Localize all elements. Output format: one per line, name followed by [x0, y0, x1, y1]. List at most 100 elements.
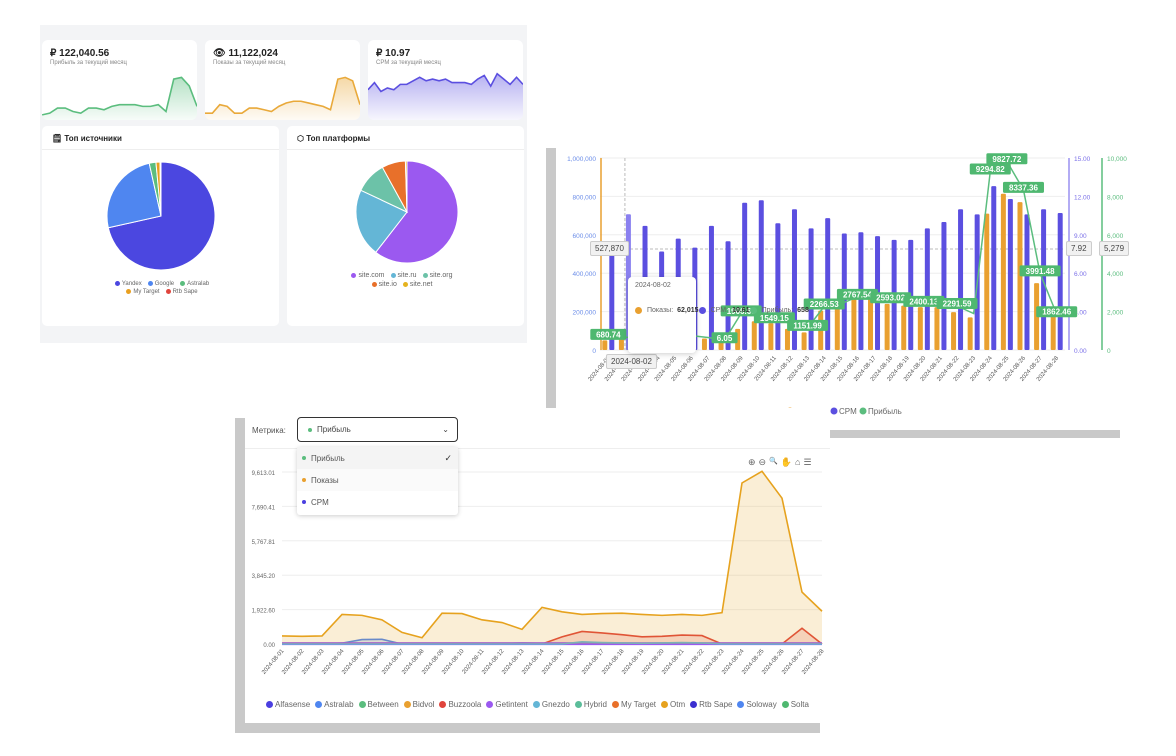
- y-cpm-tick: 6.00: [1074, 271, 1087, 278]
- y-left-tick: 600,000: [573, 233, 597, 240]
- legend-item[interactable]: Rtb Sape: [165, 289, 198, 296]
- crosshair-x-readout: 2024-08-02: [606, 354, 657, 369]
- legend-label: Solta: [790, 700, 809, 709]
- legend-label: Rtb Sape: [172, 289, 198, 296]
- tooltip-dot: [635, 307, 642, 314]
- y-profit-tick: 4,000: [1107, 271, 1124, 278]
- legend-dot: [390, 272, 396, 278]
- zoom-in-icon[interactable]: ⊕: [748, 457, 756, 468]
- hand-icon[interactable]: ✋: [781, 457, 792, 468]
- bar-pokazy: [768, 323, 774, 350]
- legend-dot: [147, 281, 153, 286]
- legend-item[interactable]: Buzzoola: [439, 700, 481, 709]
- bar-cpm: [742, 202, 748, 350]
- bar-cpm: [808, 228, 814, 350]
- legend-label: Getintent: [495, 700, 528, 709]
- legend-label: site.ru: [397, 272, 417, 279]
- y-profit-tick: 10,000: [1107, 156, 1127, 163]
- tooltip-date: 2024-08-02: [635, 282, 671, 289]
- legend-item[interactable]: Hybrid: [574, 700, 607, 709]
- legend-item[interactable]: Soloway: [737, 700, 777, 709]
- legend-label: My Target: [621, 700, 656, 709]
- bar-pokazy: [884, 303, 890, 350]
- legend-item[interactable]: Between: [358, 700, 399, 709]
- tooltip-dot: [698, 307, 706, 314]
- menu-icon[interactable]: ☰: [803, 457, 811, 468]
- line-chart-panel: Метрика: Прибыль ⌄ 0.00 1,922.60 3,845.20 5…: [245, 408, 830, 723]
- legend-item[interactable]: site.org: [422, 272, 453, 279]
- bar-pokazy: [751, 321, 757, 350]
- sparkline: [205, 76, 360, 120]
- eye-icon: 👁: [213, 48, 229, 59]
- data-label: 6.05: [717, 334, 733, 343]
- area-chart-legend: Alfasense Astralab Between Bidvol Buzzoola Ge…: [255, 700, 820, 709]
- legend-dot: [403, 701, 411, 709]
- y-cpm-tick: 15.00: [1074, 156, 1091, 163]
- crosshair-cpm-readout: 7.92: [1066, 241, 1092, 256]
- legend-item[interactable]: Yandex: [114, 281, 142, 288]
- home-icon[interactable]: ⌂: [795, 457, 800, 468]
- crosshair-left-readout: 527,870: [590, 241, 629, 256]
- sparkline: [368, 72, 523, 120]
- y-cpm-tick: 12.00: [1074, 194, 1091, 201]
- legend-label: site.org: [429, 272, 453, 279]
- y-profit-tick: 8,000: [1107, 194, 1124, 201]
- legend-item[interactable]: site.io: [371, 281, 397, 288]
- y-tick: 5,767.81: [252, 540, 276, 546]
- kpi-card: 👁 11,122,024 Показы за текущий месяц: [205, 40, 360, 120]
- legend-label: Otm: [670, 700, 686, 709]
- option-dot: [302, 456, 306, 460]
- legend-item[interactable]: Google: [147, 281, 175, 288]
- bar-pokazy: [602, 340, 608, 350]
- bar-pokazy: [901, 305, 907, 350]
- legend-item[interactable]: site.net: [402, 281, 432, 288]
- y-cpm-tick: 9.00: [1074, 233, 1087, 240]
- legend-item[interactable]: site.com: [351, 272, 385, 279]
- legend-label: Yandex: [121, 281, 142, 288]
- data-label: 2767.54: [843, 290, 872, 299]
- legend-item[interactable]: Astralab: [315, 700, 354, 709]
- legend-dot: [532, 701, 540, 709]
- legend-label: Astralab: [324, 700, 354, 709]
- legend-dot: [690, 701, 698, 709]
- search-icon[interactable]: 🔍: [769, 457, 778, 468]
- legend-item[interactable]: Bidvol: [403, 700, 434, 709]
- legend-item[interactable]: Otm: [661, 700, 685, 709]
- legend-label: Between: [367, 700, 399, 709]
- bar-cpm: [991, 186, 997, 350]
- legend-item[interactable]: Solta: [781, 700, 809, 709]
- legend-item[interactable]: My Target: [126, 289, 160, 295]
- y-cpm-tick: 0.00: [1074, 348, 1087, 355]
- legend-item[interactable]: My Target: [612, 700, 656, 709]
- zoom-out-icon[interactable]: ⊖: [759, 457, 767, 468]
- tooltip-value: 10.61: [732, 307, 750, 314]
- legend-item[interactable]: Alfasense: [266, 700, 310, 709]
- kpi-label: CPM за текущий месяц: [376, 60, 441, 66]
- data-label: 1862.46: [1042, 308, 1071, 317]
- legend-dot: [859, 407, 867, 415]
- legend-item[interactable]: Getintent: [486, 700, 528, 709]
- bar-cpm: [708, 225, 714, 350]
- legend-item[interactable]: Gnezdo: [532, 700, 570, 709]
- legend-item[interactable]: site.ru: [390, 272, 417, 279]
- dropdown-option[interactable]: Показы: [297, 469, 458, 491]
- dashboard-panel: ₽ 122,040.56 Прибыль за текущий месяц 👁 11…: [40, 25, 527, 343]
- legend-dot: [266, 701, 274, 709]
- legend-label: Google: [154, 281, 175, 288]
- kpi-value-text: ₽ 10.97: [376, 48, 411, 59]
- bar-cpm: [775, 223, 781, 350]
- legend-item[interactable]: Rtb Sape: [690, 700, 732, 709]
- metric-dropdown-menu: Прибыль ✓ Показы CPM: [297, 447, 458, 515]
- tooltip-value: 658: [797, 307, 809, 314]
- y-tick: 3,845.20: [252, 574, 276, 580]
- dropdown-option[interactable]: Прибыль ✓: [297, 447, 458, 469]
- legend-dot: [315, 701, 323, 709]
- option-dot: [302, 478, 306, 482]
- data-label: 1549.15: [760, 314, 789, 323]
- crosshair-profit-readout: 5,279: [1099, 241, 1130, 256]
- legend-label: CPM: [839, 407, 857, 416]
- y-tick: 0.00: [263, 643, 275, 649]
- legend-label: Прибыль: [868, 407, 902, 416]
- dropdown-option[interactable]: CPM: [297, 491, 458, 513]
- legend-item[interactable]: Astralab: [180, 281, 209, 287]
